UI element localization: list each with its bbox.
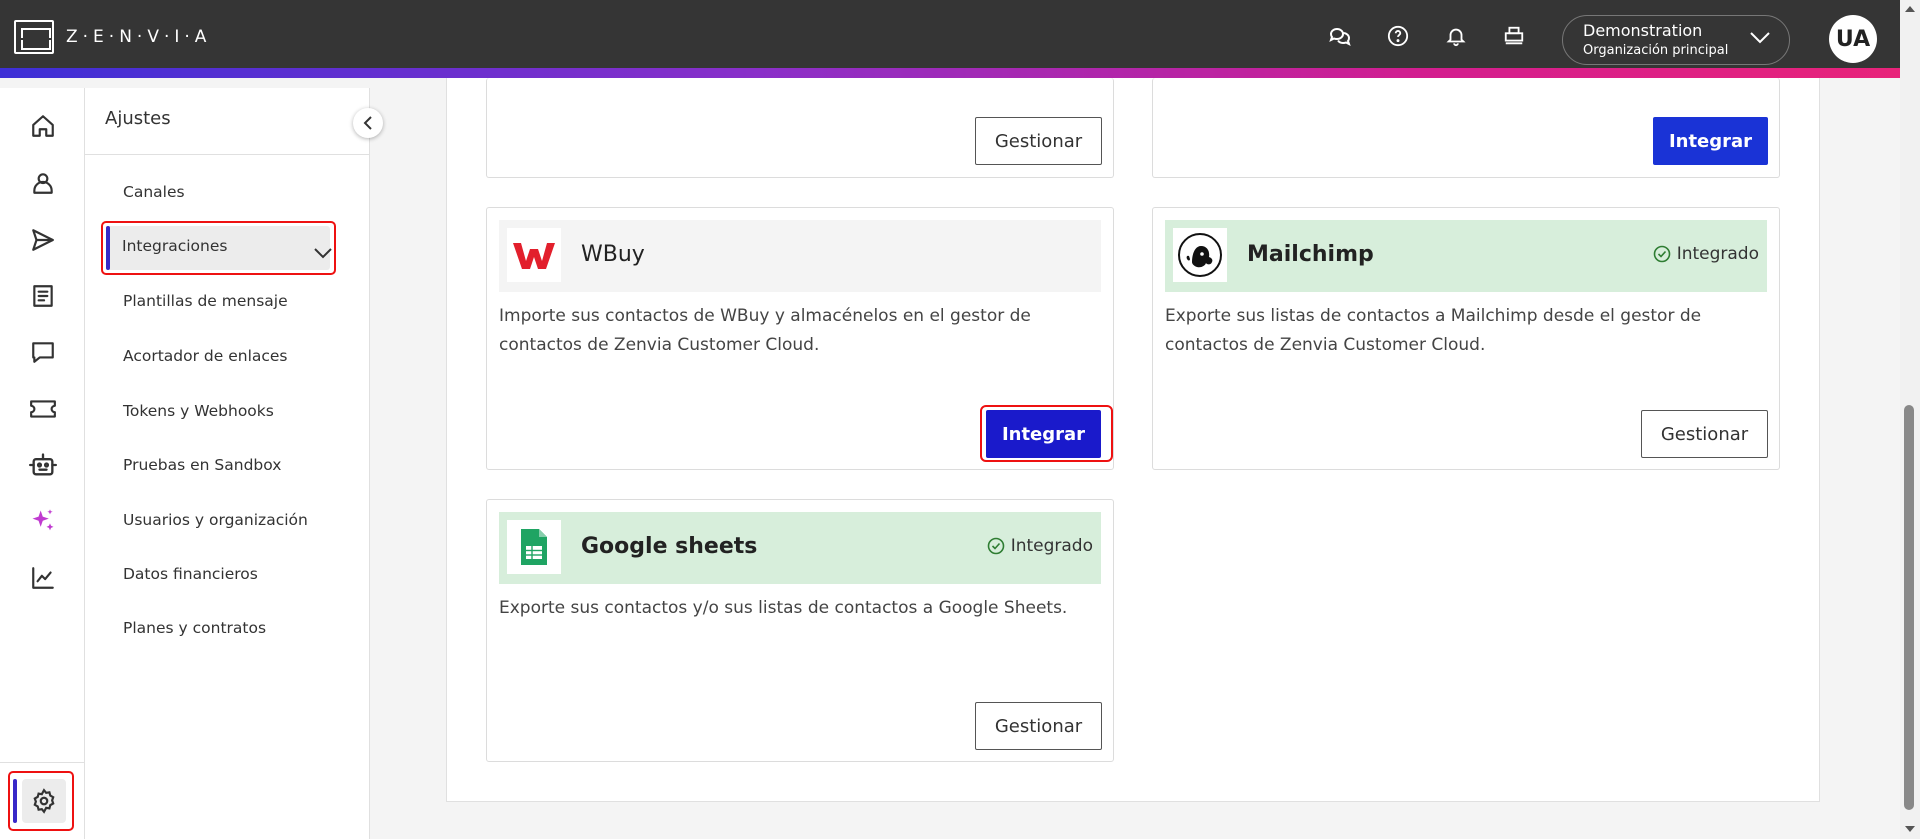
- chat-icon[interactable]: [27, 336, 59, 368]
- bot-icon[interactable]: [27, 449, 59, 481]
- card-title: Google sheets: [581, 534, 758, 559]
- integrate-button[interactable]: Integrar: [986, 410, 1101, 458]
- header-gradient-bar: [0, 68, 1900, 78]
- zenvia-logo-mark: [14, 20, 54, 54]
- organization-selector[interactable]: Demonstration Organización principal: [1562, 15, 1790, 65]
- chevron-down-icon: [1749, 30, 1771, 49]
- menu-item-planes[interactable]: Planes y contratos: [123, 619, 266, 637]
- chevron-left-icon: [363, 116, 372, 130]
- mailchimp-logo: [1173, 228, 1227, 282]
- integration-card-partial-left: Gestionar: [486, 78, 1114, 178]
- card-description: Exporte sus listas de contactos a Mailch…: [1165, 306, 1702, 355]
- collapse-menu-button[interactable]: [353, 108, 383, 138]
- google-sheets-logo: [507, 520, 561, 574]
- send-icon[interactable]: [27, 224, 59, 256]
- menu-item-sandbox[interactable]: Pruebas en Sandbox: [123, 456, 281, 474]
- card-description: Importe sus contactos de WBuy y almacéne…: [499, 306, 1031, 355]
- settings-icon: [33, 788, 55, 814]
- card-header: Mailchimp Integrado: [1165, 220, 1767, 292]
- home-icon[interactable]: [27, 110, 59, 142]
- manage-button[interactable]: Gestionar: [975, 702, 1102, 750]
- scroll-up-arrow[interactable]: [1905, 6, 1915, 12]
- status-label: Integrado: [1010, 536, 1093, 556]
- integrate-button[interactable]: Integrar: [1653, 117, 1768, 165]
- user-avatar[interactable]: UA: [1829, 15, 1877, 63]
- card-title: WBuy: [581, 242, 645, 267]
- menu-item-acortador[interactable]: Acortador de enlaces: [123, 347, 288, 365]
- menu-item-financieros[interactable]: Datos financieros: [123, 565, 258, 583]
- menu-item-canales[interactable]: Canales: [123, 183, 185, 201]
- chart-icon[interactable]: [27, 562, 59, 594]
- menu-item-label: Integraciones: [122, 237, 228, 255]
- card-header: Google sheets Integrado: [499, 512, 1101, 584]
- chevron-down-icon[interactable]: [313, 244, 333, 263]
- chat-bubbles-icon[interactable]: [1326, 22, 1354, 50]
- status-badge: Integrado: [987, 536, 1093, 556]
- settings-menu: Ajustes Canales Integraciones Plantillas…: [85, 88, 383, 839]
- check-circle-icon: [987, 537, 1004, 555]
- scrollbar-thumb[interactable]: [1904, 405, 1914, 810]
- active-indicator: [13, 779, 17, 823]
- settings-nav-item[interactable]: [8, 771, 74, 831]
- ticket-icon[interactable]: [27, 393, 59, 425]
- document-icon[interactable]: [27, 280, 59, 312]
- zenvia-logo[interactable]: Z·E·N·V·I·A: [14, 20, 211, 54]
- integration-card-wbuy: WBuy Importe sus contactos de WBuy y alm…: [486, 207, 1114, 470]
- rail-divider: [0, 762, 85, 763]
- menu-title: Ajustes: [105, 108, 171, 129]
- card-title: Mailchimp: [1247, 242, 1374, 267]
- user-icon[interactable]: [27, 167, 59, 199]
- brand-name: Z·E·N·V·I·A: [66, 27, 212, 47]
- manage-button[interactable]: Gestionar: [975, 117, 1102, 165]
- check-circle-icon: [1653, 245, 1670, 263]
- manage-button[interactable]: Gestionar: [1641, 410, 1768, 458]
- card-description: Exporte sus contactos y/o sus listas de …: [499, 598, 1068, 618]
- wbuy-logo: [507, 228, 561, 282]
- active-indicator: [106, 226, 110, 270]
- menu-item-usuarios[interactable]: Usuarios y organización: [123, 511, 308, 529]
- menu-item-tokens[interactable]: Tokens y Webhooks: [123, 402, 274, 420]
- menu-item-integraciones[interactable]: Integraciones: [101, 221, 336, 275]
- integration-card-google-sheets: Google sheets Integrado Exporte sus cont…: [486, 499, 1114, 762]
- bell-icon[interactable]: [1442, 22, 1470, 50]
- sparkles-icon[interactable]: [27, 505, 59, 537]
- menu-divider: [85, 154, 370, 155]
- status-label: Integrado: [1676, 244, 1759, 264]
- integration-card-partial-right: Integrar: [1152, 78, 1780, 178]
- menu-item-plantillas[interactable]: Plantillas de mensaje: [123, 292, 288, 310]
- icon-rail: [0, 88, 85, 839]
- top-bar: Z·E·N·V·I·A Demonstration Organización p…: [0, 0, 1900, 78]
- integration-card-mailchimp: Mailchimp Integrado Exporte sus listas d…: [1152, 207, 1780, 470]
- help-icon[interactable]: [1384, 22, 1412, 50]
- status-badge: Integrado: [1653, 244, 1759, 264]
- printer-icon[interactable]: [1500, 22, 1528, 50]
- card-header: WBuy: [499, 220, 1101, 292]
- scroll-down-arrow[interactable]: [1905, 826, 1915, 832]
